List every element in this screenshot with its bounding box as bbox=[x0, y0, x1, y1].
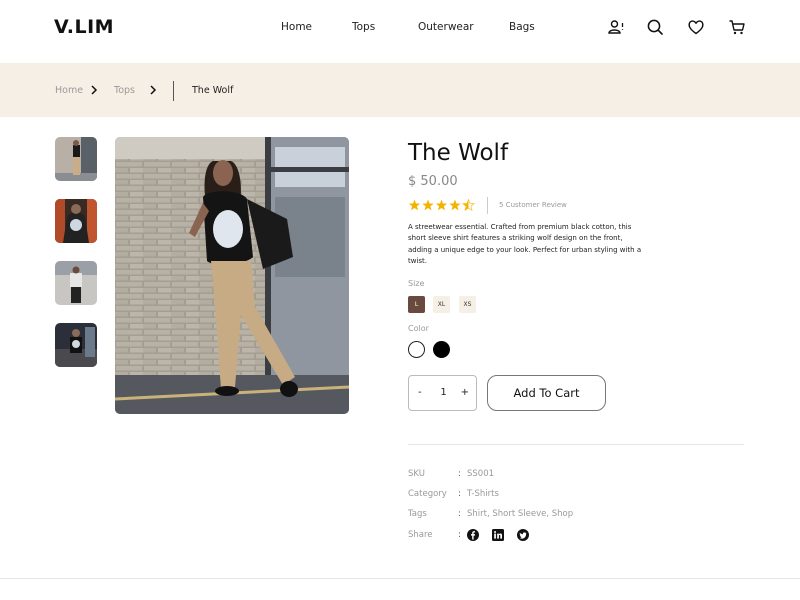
review-count-link[interactable]: 5 Customer Review bbox=[499, 201, 567, 209]
color-swatch-black[interactable] bbox=[433, 341, 450, 358]
add-to-cart-button[interactable]: Add To Cart bbox=[487, 375, 606, 411]
star-icon bbox=[461, 199, 476, 212]
star-icon bbox=[408, 199, 421, 211]
rating-stars bbox=[408, 199, 478, 212]
site-header: V.LIM Home Tops Outerwear Bags bbox=[0, 0, 800, 63]
user-icon[interactable] bbox=[607, 18, 625, 36]
color-swatch-white[interactable] bbox=[408, 341, 425, 358]
thumbnail-2[interactable] bbox=[55, 199, 97, 243]
breadcrumb-tops[interactable]: Tops bbox=[114, 85, 135, 96]
chevron-right-icon bbox=[90, 85, 98, 95]
rating-divider bbox=[487, 197, 488, 214]
product-description: A streetwear essential. Crafted from pre… bbox=[408, 223, 642, 265]
color-label: Color bbox=[408, 324, 429, 333]
sku-label: SKU bbox=[408, 469, 425, 479]
category-link[interactable]: T-Shirts bbox=[467, 489, 499, 499]
heart-icon[interactable] bbox=[687, 18, 705, 36]
star-icon bbox=[449, 199, 461, 211]
twitter-icon[interactable] bbox=[517, 529, 529, 541]
linkedin-icon[interactable] bbox=[492, 529, 504, 541]
tags-label: Tags bbox=[408, 509, 427, 519]
quantity-increase-button[interactable]: + bbox=[461, 387, 469, 398]
breadcrumb: Home Tops The Wolf bbox=[0, 63, 800, 117]
quantity-decrease-button[interactable]: - bbox=[418, 387, 422, 398]
quantity-stepper: 1 - + bbox=[408, 375, 477, 411]
breadcrumb-divider bbox=[173, 81, 174, 101]
breadcrumb-home[interactable]: Home bbox=[55, 85, 83, 96]
chevron-right-icon bbox=[149, 85, 157, 95]
nav-home[interactable]: Home bbox=[281, 21, 312, 33]
search-icon[interactable] bbox=[646, 18, 664, 36]
nav-outerwear[interactable]: Outerwear bbox=[418, 21, 474, 33]
footer-divider bbox=[0, 578, 800, 579]
size-option-xl[interactable]: XL bbox=[433, 296, 450, 313]
thumbnail-1[interactable] bbox=[55, 137, 97, 181]
size-option-xs[interactable]: XS bbox=[459, 296, 476, 313]
meta-colon: : bbox=[458, 530, 461, 540]
category-label: Category bbox=[408, 489, 447, 499]
star-icon bbox=[422, 199, 434, 211]
sku-value: SS001 bbox=[467, 469, 495, 479]
product-price: $ 50.00 bbox=[408, 174, 458, 189]
thumbnail-3[interactable] bbox=[55, 261, 97, 305]
facebook-icon[interactable] bbox=[467, 529, 479, 541]
share-label: Share bbox=[408, 530, 433, 540]
cart-icon[interactable] bbox=[728, 18, 746, 36]
nav-tops[interactable]: Tops bbox=[352, 21, 375, 33]
product-main-image bbox=[115, 137, 349, 414]
meta-colon: : bbox=[458, 469, 461, 479]
product-title: The Wolf bbox=[408, 140, 509, 166]
tags-links[interactable]: Shirt, Short Sleeve, Shop bbox=[467, 509, 573, 519]
star-icon bbox=[435, 199, 448, 211]
section-divider bbox=[408, 444, 744, 445]
meta-colon: : bbox=[458, 509, 461, 519]
breadcrumb-current: The Wolf bbox=[192, 85, 234, 96]
nav-bags[interactable]: Bags bbox=[509, 21, 535, 33]
meta-colon: : bbox=[458, 489, 461, 499]
brand-logo[interactable]: V.LIM bbox=[54, 16, 114, 38]
size-label: Size bbox=[408, 279, 425, 288]
thumbnail-4[interactable] bbox=[55, 323, 97, 367]
size-option-l[interactable]: L bbox=[408, 296, 425, 313]
